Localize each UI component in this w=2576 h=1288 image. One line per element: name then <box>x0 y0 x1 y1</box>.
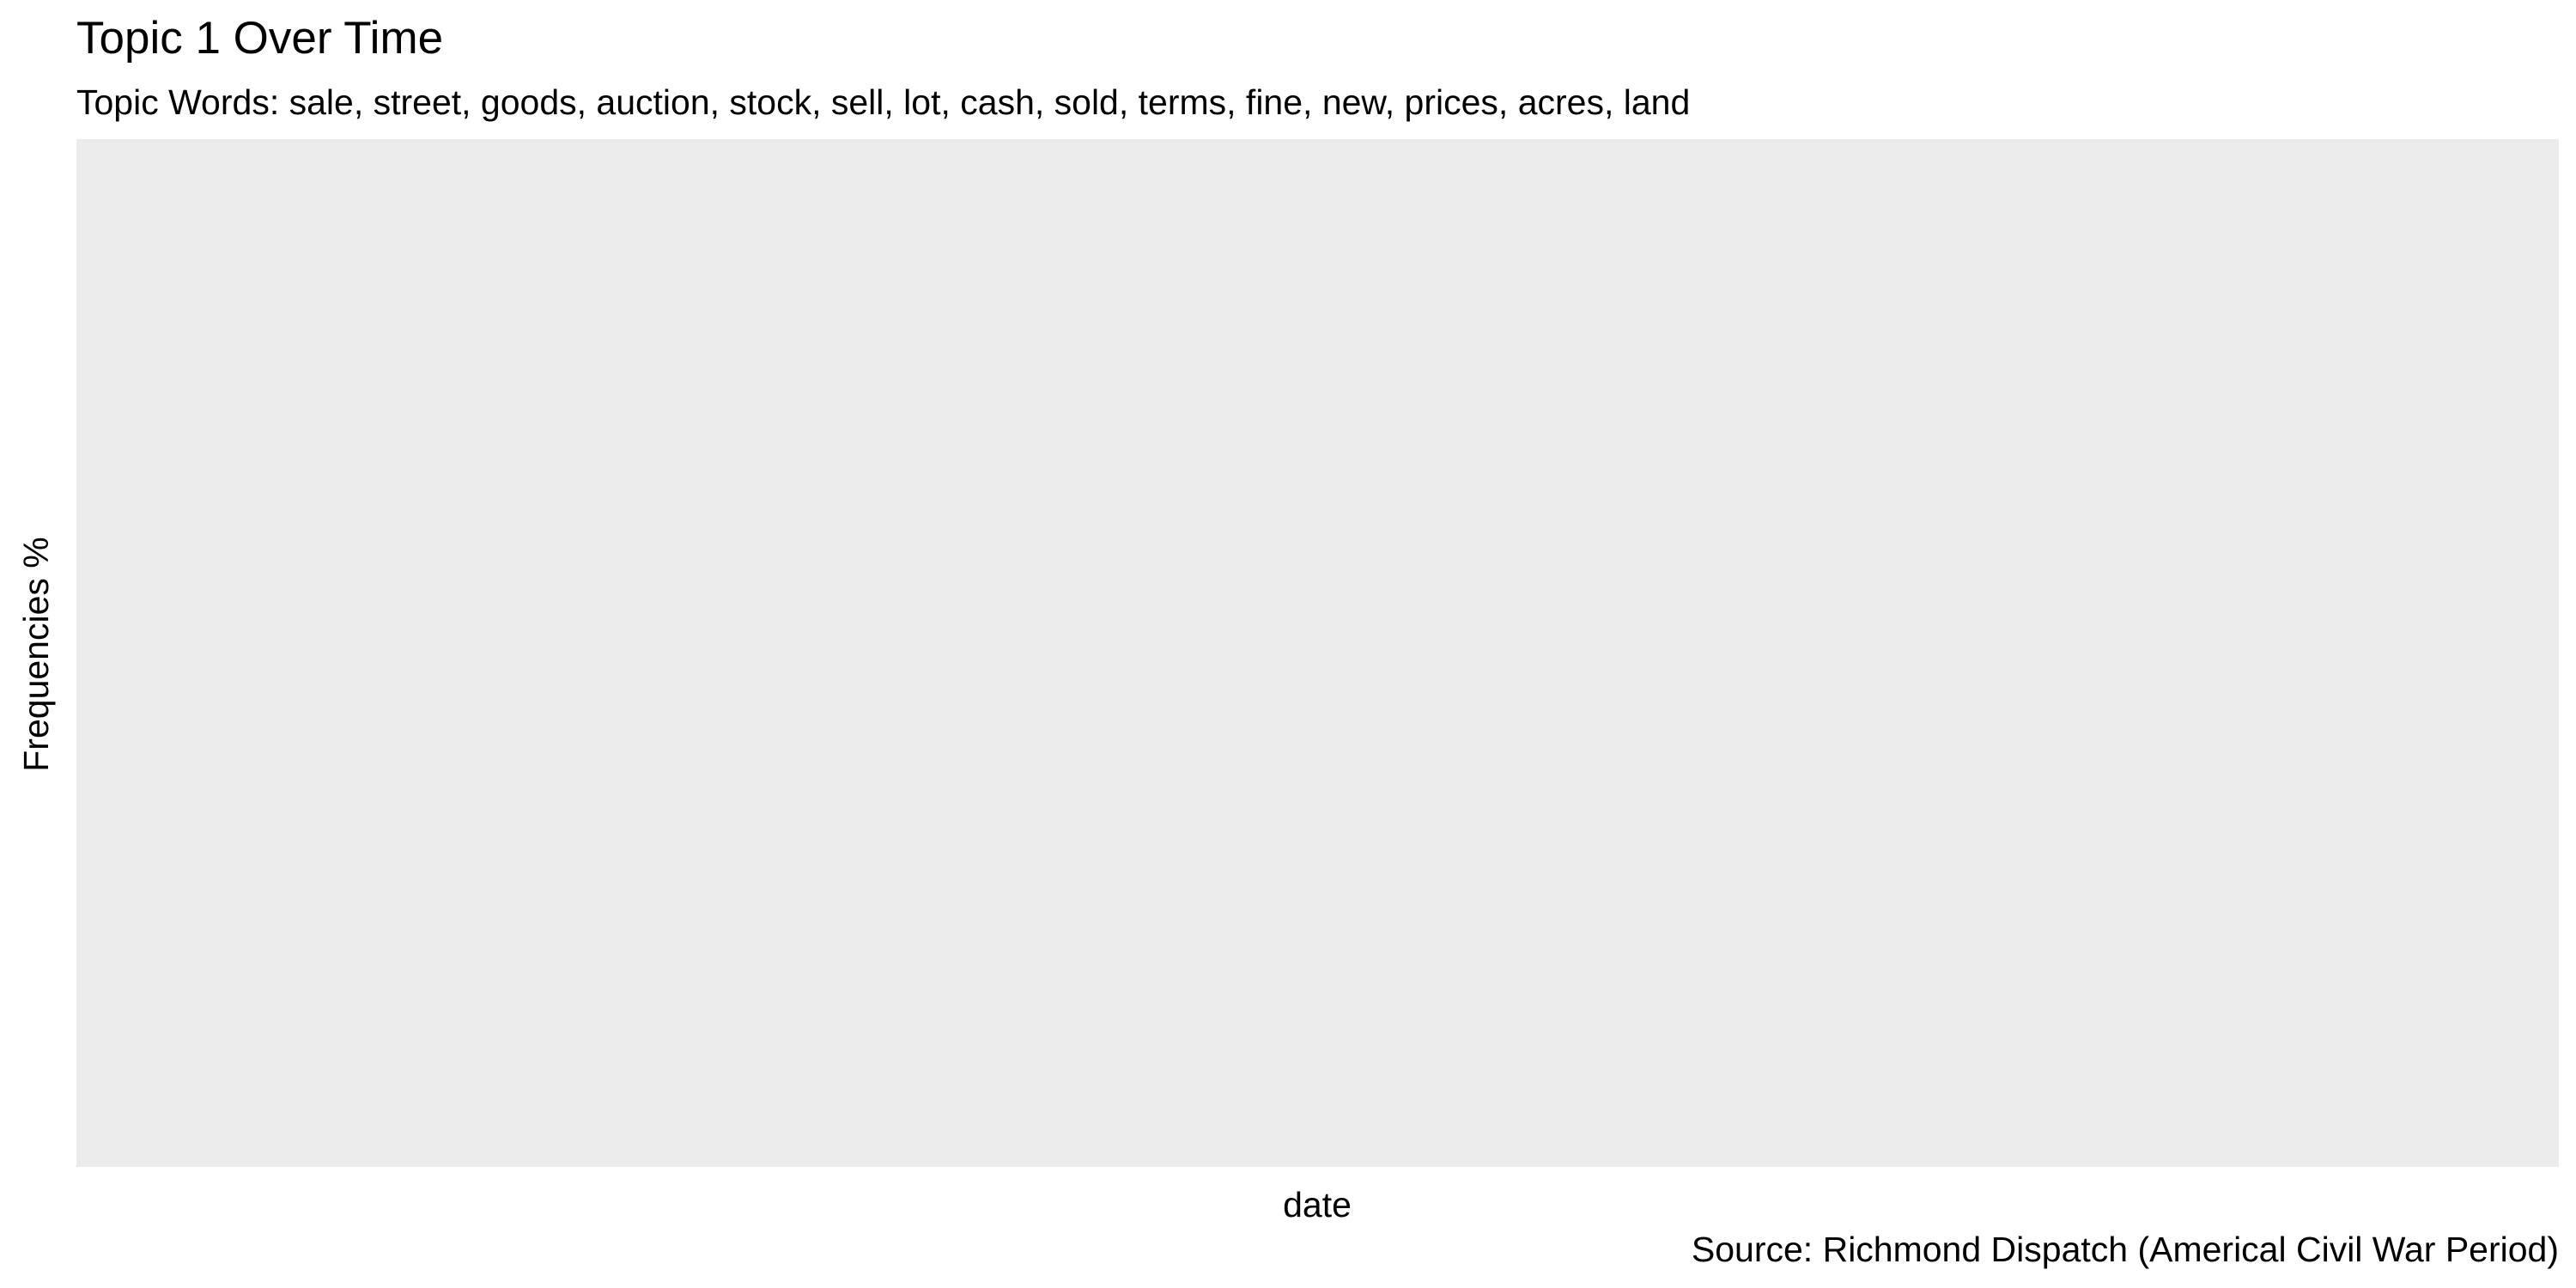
y-axis-label: Frequencies % <box>16 537 56 772</box>
plot-panel-background <box>76 139 2559 1167</box>
chart-caption: Source: Richmond Dispatch (Americal Civi… <box>1691 1230 2559 1269</box>
x-axis-label: date <box>1283 1185 1352 1224</box>
chart-plot <box>76 139 2559 1167</box>
